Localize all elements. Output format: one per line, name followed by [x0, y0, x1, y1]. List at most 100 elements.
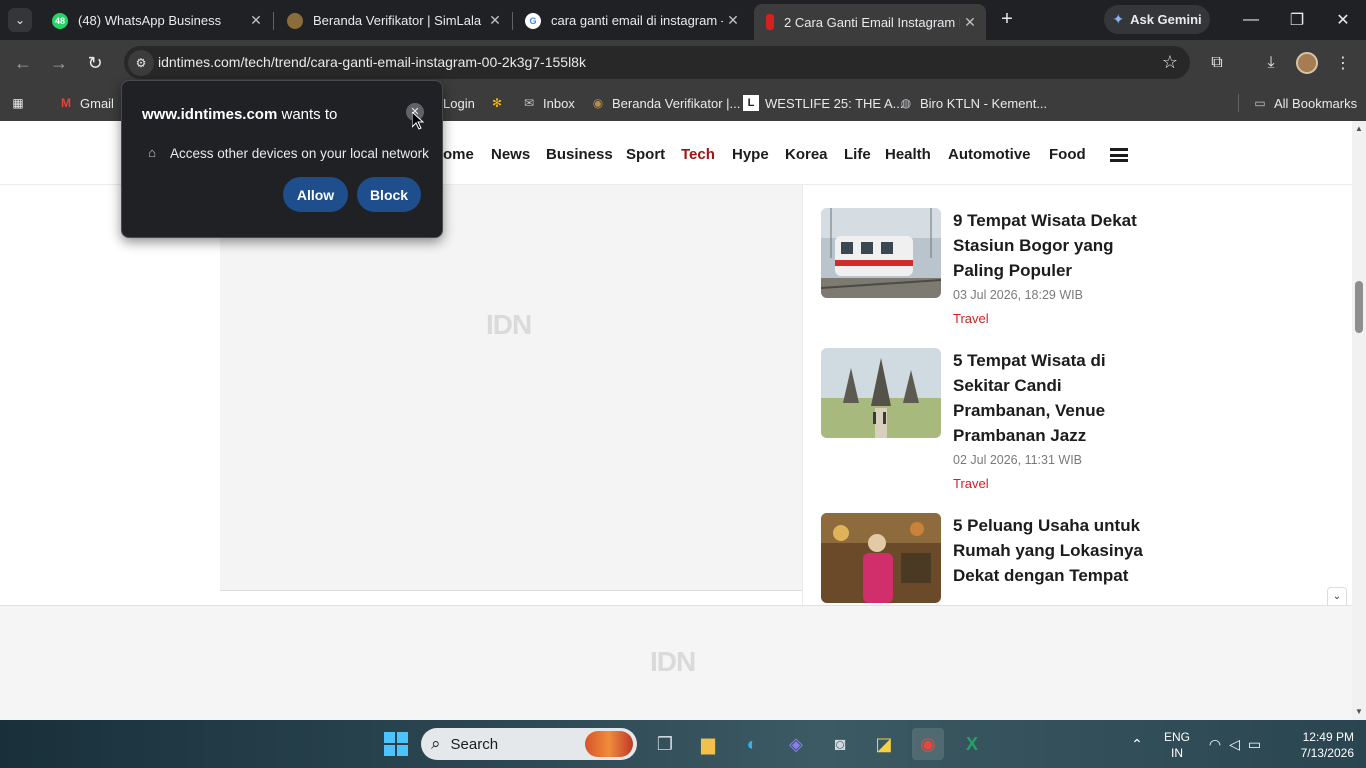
- file-explorer-button[interactable]: ▆: [692, 728, 724, 760]
- close-tab-icon[interactable]: ✕: [246, 12, 266, 29]
- nav-news[interactable]: News: [491, 146, 530, 163]
- apps-button[interactable]: ▦: [10, 92, 26, 114]
- url-text[interactable]: idntimes.com/tech/trend/cara-ganti-email…: [158, 54, 586, 70]
- close-tab-icon[interactable]: ✕: [485, 12, 505, 29]
- downloads-button[interactable]: ⤓: [1258, 50, 1284, 76]
- chrome-button[interactable]: ◉: [912, 728, 944, 760]
- battery-icon: ▭: [1247, 735, 1262, 752]
- nav-korea[interactable]: Korea: [785, 146, 828, 163]
- nav-sport[interactable]: Sport: [626, 146, 665, 163]
- volume-icon: ◁: [1229, 735, 1240, 752]
- taskbar-search[interactable]: ⌕ Search: [421, 728, 637, 760]
- input-language[interactable]: ENG IN: [1160, 729, 1194, 761]
- show-hidden-icons-button[interactable]: ⌃: [1122, 728, 1152, 760]
- bookmark-inbox[interactable]: ✉ Inbox: [521, 92, 575, 114]
- article-title[interactable]: 5 Peluang Usaha untuk Rumah yang Lokasin…: [953, 513, 1143, 588]
- hamburger-menu-icon[interactable]: [1110, 148, 1128, 162]
- nav-home[interactable]: ome: [443, 146, 474, 163]
- download-icon: ⤓: [1267, 54, 1275, 71]
- apps-grid-icon: ▦: [12, 96, 24, 110]
- tab-whatsapp[interactable]: 48 (48) WhatsApp Business ✕: [40, 5, 272, 36]
- language-label: ENG: [1163, 730, 1190, 744]
- toolbar: ← → ↻ ⚙ idntimes.com/tech/trend/cara-gan…: [0, 40, 1366, 85]
- globe-icon: ◉: [592, 96, 604, 110]
- scroll-thumb[interactable]: [1355, 281, 1363, 333]
- related-article[interactable]: 5 Peluang Usaha untuk Rumah yang Lokasin…: [821, 513, 1143, 613]
- excel-button[interactable]: X: [956, 728, 988, 760]
- article-category[interactable]: Travel: [953, 311, 989, 326]
- article-date: 02 Jul 2026, 11:31 WIB: [953, 453, 1083, 467]
- search-icon: ⌕: [431, 734, 441, 753]
- extensions-button[interactable]: ⧉: [1204, 50, 1230, 76]
- tab-google-search[interactable]: G cara ganti email di instagram - G ✕: [513, 5, 749, 36]
- maximize-button[interactable]: ❐: [1274, 0, 1320, 40]
- related-article[interactable]: 9 Tempat Wisata Dekat Stasiun Bogor yang…: [821, 208, 1141, 338]
- scroll-down-icon[interactable]: ▼: [1354, 707, 1364, 717]
- bookmark-gmail[interactable]: M Gmail: [58, 92, 114, 114]
- bookmark-star-icon[interactable]: ☆: [1162, 52, 1178, 73]
- collapse-ad-button[interactable]: ⌄: [1327, 587, 1347, 605]
- article-thumbnail[interactable]: [821, 513, 941, 603]
- all-bookmarks-label: All Bookmarks: [1274, 95, 1358, 111]
- sticky-bottom-ad[interactable]: IDN: [0, 605, 1352, 720]
- tab-simlala[interactable]: Beranda Verifikator | SimLala ✕: [275, 5, 511, 36]
- allow-button[interactable]: Allow: [283, 177, 348, 212]
- ad-placeholder[interactable]: IDN: [220, 185, 803, 591]
- article-category[interactable]: Travel: [953, 476, 989, 491]
- ask-gemini-label: Ask Gemini: [1130, 12, 1202, 27]
- back-arrow-icon: ←: [14, 52, 32, 73]
- bookmark-verifikator[interactable]: ◉ Beranda Verifikator |...: [590, 92, 741, 114]
- bookmark-login[interactable]: Login: [443, 92, 475, 114]
- nav-food[interactable]: Food: [1049, 146, 1086, 163]
- page-scrollbar[interactable]: ▲ ▼: [1352, 121, 1366, 720]
- reload-button[interactable]: ↻: [82, 50, 108, 76]
- whatsapp-icon: 48: [52, 12, 68, 29]
- search-highlight-image: [585, 731, 633, 757]
- bookmark-photos[interactable]: ✻: [489, 92, 505, 114]
- close-tab-icon[interactable]: ✕: [723, 12, 743, 29]
- scroll-up-icon[interactable]: ▲: [1354, 124, 1364, 134]
- close-tab-icon[interactable]: ✕: [960, 14, 980, 31]
- nav-health[interactable]: Health: [885, 146, 931, 163]
- new-tab-button[interactable]: +: [995, 8, 1019, 32]
- all-bookmarks-button[interactable]: ▭ All Bookmarks: [1252, 92, 1357, 114]
- copilot-button[interactable]: ◈: [780, 728, 812, 760]
- nav-automotive[interactable]: Automotive: [948, 146, 1031, 163]
- article-title[interactable]: 5 Tempat Wisata di Sekitar Candi Pramban…: [953, 348, 1143, 448]
- clock[interactable]: 12:49 PM 7/13/2026: [1284, 729, 1354, 761]
- article-title[interactable]: 9 Tempat Wisata Dekat Stasiun Bogor yang…: [953, 208, 1143, 283]
- menu-button[interactable]: ⋮: [1330, 50, 1356, 76]
- back-button[interactable]: ←: [10, 50, 36, 76]
- forward-button[interactable]: →: [46, 50, 72, 76]
- start-button[interactable]: [380, 728, 412, 760]
- minimize-button[interactable]: —: [1228, 0, 1274, 40]
- folder-icon: ▭: [1254, 96, 1266, 110]
- task-view-button[interactable]: ❒: [649, 728, 681, 760]
- article-date: 03 Jul 2026, 18:29 WIB: [953, 288, 1083, 302]
- close-window-button[interactable]: ✕: [1320, 0, 1366, 40]
- tab-search-button[interactable]: ⌄: [8, 8, 32, 32]
- sticky-notes-button[interactable]: ◪: [868, 728, 900, 760]
- profile-avatar[interactable]: [1296, 52, 1318, 74]
- edge-button[interactable]: ◐: [736, 728, 768, 760]
- nav-business[interactable]: Business: [546, 146, 613, 163]
- address-bar[interactable]: ⚙ idntimes.com/tech/trend/cara-ganti-ema…: [124, 46, 1190, 79]
- block-button[interactable]: Block: [357, 177, 421, 212]
- ask-gemini-button[interactable]: ✦ Ask Gemini: [1104, 5, 1210, 34]
- nav-life[interactable]: Life: [844, 146, 871, 163]
- globe-icon: ◍: [900, 96, 912, 110]
- related-article[interactable]: 5 Tempat Wisata di Sekitar Candi Pramban…: [821, 348, 1141, 498]
- forward-arrow-icon: →: [50, 52, 68, 73]
- nav-tech[interactable]: Tech: [681, 146, 715, 163]
- nav-hype[interactable]: Hype: [732, 146, 769, 163]
- article-thumbnail[interactable]: [821, 208, 941, 298]
- bookmark-westlife[interactable]: L WESTLIFE 25: THE A...: [743, 92, 903, 114]
- bookmark-biro-ktln[interactable]: ◍ Biro KTLN - Kement...: [898, 92, 1047, 114]
- bookmark-label: Gmail: [80, 95, 114, 111]
- camera-app-button[interactable]: ◙: [824, 728, 856, 760]
- plus-icon: +: [1001, 8, 1013, 30]
- article-thumbnail[interactable]: [821, 348, 941, 438]
- tab-idntimes[interactable]: 2 Cara Ganti Email Instagram Le ✕: [754, 4, 986, 40]
- system-tray[interactable]: ◠ ◁ ▭: [1200, 728, 1270, 760]
- site-info-button[interactable]: ⚙: [128, 50, 154, 76]
